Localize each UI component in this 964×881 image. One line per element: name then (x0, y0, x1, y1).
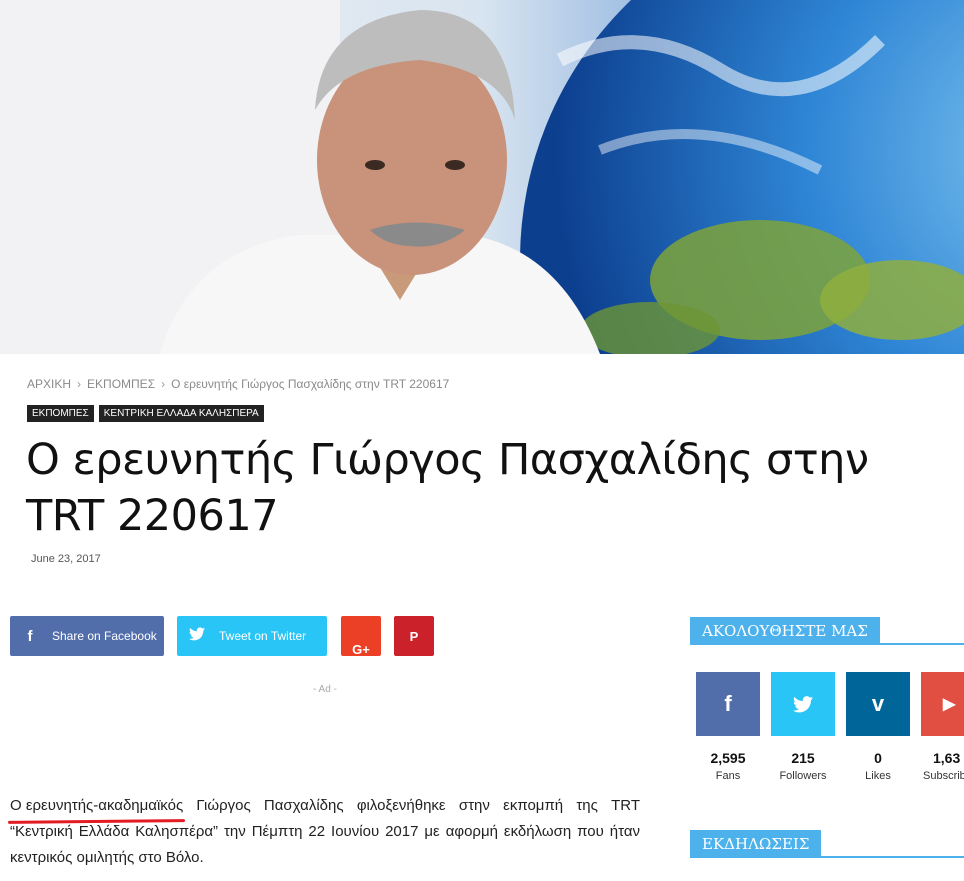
social-vimeo[interactable]: v 0 Likes (846, 672, 910, 782)
facebook-icon: f (27, 627, 33, 645)
share-facebook-label: Share on Facebook (52, 629, 157, 643)
share-twitter-label: Tweet on Twitter (219, 629, 307, 643)
breadcrumb-separator: › (77, 377, 82, 391)
follow-us-heading: ΑΚΟΛΟΥΘΗΣΤΕ ΜΑΣ (690, 617, 964, 645)
article-date: June 23, 2017 (31, 553, 101, 565)
social-count: 2,595 (710, 750, 746, 766)
share-googleplus-button[interactable]: G+ (341, 616, 381, 657)
article-title: Ο ερευνητής Γιώργος Πασχαλίδης στην TRT … (26, 435, 869, 541)
googleplus-icon: G+ (352, 641, 370, 657)
breadcrumb: ΑΡΧΙΚΗ › ΕΚΠΟΜΠΕΣ › Ο ερευνητής Γιώργος Πασχ… (27, 377, 449, 391)
social-label: Followers (779, 770, 827, 782)
breadcrumb-section[interactable]: ΕΚΠΟΜΠΕΣ (87, 377, 155, 391)
social-count: 0 (874, 750, 882, 766)
share-pinterest-button[interactable]: P (394, 616, 434, 656)
article-body: Ο ερευνητής-ακαδημαϊκός Γιώργος Πασχαλίδ… (10, 793, 640, 871)
category-tag[interactable]: ΚΕΝΤΡΙΚΗ ΕΛΛΑΔΑ ΚΑΛΗΣΠΕΡΑ (98, 405, 264, 422)
follow-us-title: ΑΚΟΛΟΥΘΗΣΤΕ ΜΑΣ (690, 617, 880, 645)
share-twitter-button[interactable]: Tweet on Twitter (177, 616, 327, 656)
category-tag[interactable]: ΕΚΠΟΜΠΕΣ (27, 405, 94, 422)
social-facebook[interactable]: f 2,595 Fans (696, 672, 760, 782)
breadcrumb-separator: › (161, 377, 166, 391)
social-youtube[interactable]: ▶ 1,63 Subscrib (921, 672, 964, 782)
share-facebook-button[interactable]: f Share on Facebook (10, 616, 164, 656)
category-tags: ΕΚΠΟΜΠΕΣ ΚΕΝΤΡΙΚΗ ΕΛΛΑΔΑ ΚΑΛΗΣΠΕΡΑ (27, 405, 264, 422)
social-label: Subscrib (923, 770, 964, 782)
hero-image (0, 0, 964, 354)
social-label: Likes (865, 770, 891, 782)
social-twitter[interactable]: 215 Followers (771, 672, 835, 782)
social-label: Fans (715, 770, 741, 782)
twitter-icon[interactable] (771, 672, 835, 736)
social-count: 1,63 (933, 750, 961, 766)
youtube-icon[interactable]: ▶ (921, 672, 964, 736)
events-title: ΕΚΔΗΛΩΣΕΙΣ (690, 830, 822, 858)
pinterest-icon: P (409, 628, 419, 644)
breadcrumb-home[interactable]: ΑΡΧΙΚΗ (27, 377, 71, 391)
breadcrumb-current: Ο ερευνητής Γιώργος Πασχαλίδης στην TRT … (171, 377, 450, 391)
facebook-icon[interactable]: f (696, 672, 760, 736)
ad-label: - Ad - (313, 684, 337, 695)
highlighted-phrase: Ο ερευνητής-ακαδημαϊκός (10, 793, 183, 819)
events-heading: ΕΚΔΗΛΩΣΕΙΣ (690, 830, 964, 858)
vimeo-icon[interactable]: v (846, 672, 910, 736)
hero-illustration (0, 0, 964, 354)
twitter-icon (177, 627, 217, 645)
social-count: 215 (791, 750, 815, 766)
